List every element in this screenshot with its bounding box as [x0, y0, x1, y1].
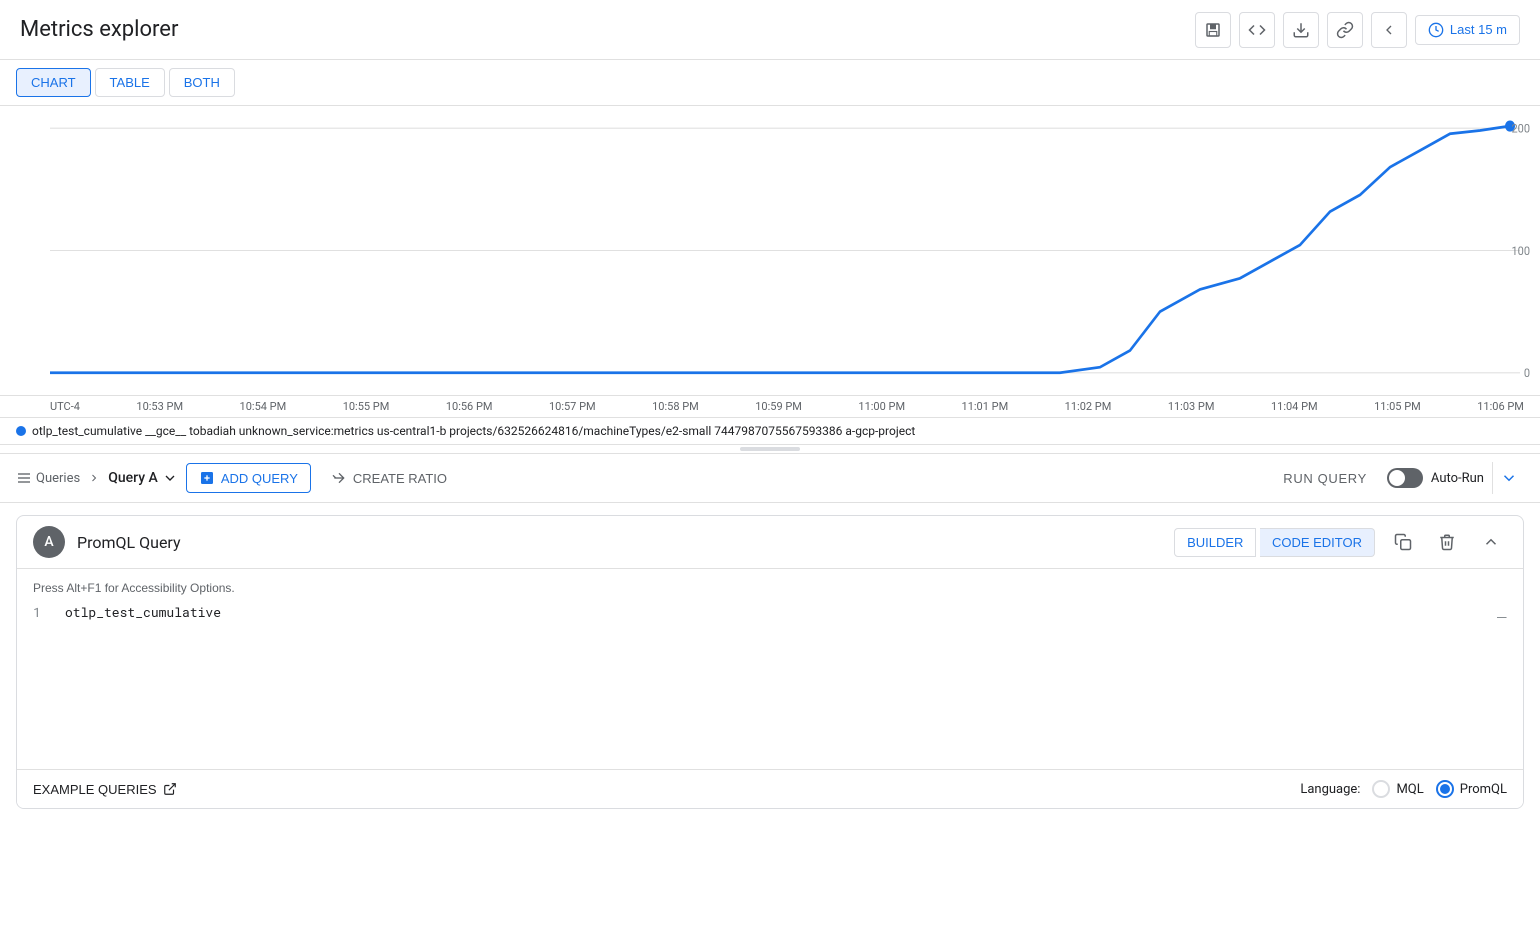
toggle-thumb — [1389, 470, 1405, 486]
auto-run-label: Auto-Run — [1431, 471, 1484, 486]
svg-text:100: 100 — [1511, 243, 1530, 258]
scroll-indicator — [0, 445, 1540, 454]
queries-menu-button[interactable]: Queries — [16, 470, 80, 486]
promql-radio-inner — [1440, 784, 1450, 794]
mql-radio[interactable] — [1372, 780, 1390, 798]
create-ratio-label: CREATE RATIO — [353, 471, 447, 486]
auto-run-toggle[interactable]: Auto-Run — [1387, 468, 1484, 488]
chart-x-labels: UTC-4 10:53 PM 10:54 PM 10:55 PM 10:56 P… — [0, 396, 1540, 418]
x-label-1100: 11:00 PM — [858, 400, 905, 413]
x-label-1054: 10:54 PM — [240, 400, 287, 413]
example-queries-button[interactable]: EXAMPLE QUERIES — [33, 782, 177, 797]
x-label-1058: 10:58 PM — [652, 400, 699, 413]
download-icon-button[interactable] — [1283, 12, 1319, 48]
code-hint: Press Alt+F1 for Accessibility Options. — [33, 581, 1507, 595]
query-dropdown-icon — [162, 470, 178, 486]
query-panel-header: A PromQL Query BUILDER CODE EDITOR — [17, 516, 1523, 569]
mql-label: MQL — [1396, 782, 1423, 797]
back-button[interactable] — [1371, 12, 1407, 48]
view-mode-buttons: BUILDER CODE EDITOR — [1174, 528, 1375, 557]
time-range-label: Last 15 m — [1450, 22, 1507, 37]
external-link-icon — [163, 782, 177, 796]
save-icon-button[interactable] — [1195, 12, 1231, 48]
add-query-button[interactable]: ADD QUERY — [186, 463, 311, 493]
chart-area: 200 100 0 — [0, 106, 1540, 396]
time-range-button[interactable]: Last 15 m — [1415, 15, 1520, 45]
x-label-1104: 11:04 PM — [1271, 400, 1318, 413]
copy-icon — [1394, 533, 1412, 551]
copy-button[interactable] — [1387, 526, 1419, 558]
menu-icon — [16, 470, 32, 486]
legend-dot — [16, 426, 26, 436]
run-query-button[interactable]: RUN QUERY — [1271, 465, 1379, 492]
query-title: PromQL Query — [77, 533, 1162, 552]
expand-button[interactable] — [1492, 462, 1524, 494]
x-label-1055: 10:55 PM — [343, 400, 390, 413]
query-name: Query A — [108, 470, 158, 486]
toggle-track[interactable] — [1387, 468, 1423, 488]
query-panel: A PromQL Query BUILDER CODE EDITOR Press… — [16, 515, 1524, 809]
delete-icon — [1438, 533, 1456, 551]
x-label-1056: 10:56 PM — [446, 400, 493, 413]
collapse-button[interactable] — [1475, 526, 1507, 558]
promql-label: PromQL — [1460, 782, 1507, 797]
line-number: 1 — [33, 603, 49, 621]
query-toolbar: Queries Query A ADD QUERY CREATE RATIO R… — [0, 454, 1540, 503]
x-label-1059: 10:59 PM — [755, 400, 802, 413]
scroll-handle[interactable] — [740, 447, 800, 451]
language-label: Language: — [1300, 782, 1360, 797]
code-icon-button[interactable] — [1239, 12, 1275, 48]
link-icon-button[interactable] — [1327, 12, 1363, 48]
promql-radio[interactable] — [1436, 780, 1454, 798]
collapse-icon — [1482, 533, 1500, 551]
view-tabs: CHART TABLE BOTH — [0, 60, 1540, 106]
x-label-1101: 11:01 PM — [962, 400, 1009, 413]
x-label-utc: UTC-4 — [50, 400, 80, 413]
tab-both[interactable]: BOTH — [169, 68, 235, 97]
x-label-1057: 10:57 PM — [549, 400, 596, 413]
promql-option[interactable]: PromQL — [1436, 780, 1507, 798]
breadcrumb-chevron-icon — [88, 472, 100, 484]
mql-option[interactable]: MQL — [1372, 780, 1423, 798]
header-actions: Last 15 m — [1195, 12, 1520, 48]
example-queries-label: EXAMPLE QUERIES — [33, 782, 157, 797]
query-text[interactable]: otlp_test_cumulative — [65, 603, 221, 621]
query-selector[interactable]: Query A — [108, 470, 178, 486]
tab-chart[interactable]: CHART — [16, 68, 91, 97]
add-query-label: ADD QUERY — [221, 471, 298, 486]
ratio-icon — [331, 470, 347, 486]
code-minus: — — [1496, 605, 1507, 629]
create-ratio-button[interactable]: CREATE RATIO — [319, 464, 459, 492]
x-label-1102: 11:02 PM — [1065, 400, 1112, 413]
x-label-1053: 10:53 PM — [136, 400, 183, 413]
add-icon — [199, 470, 215, 486]
header: Metrics explorer Last 15 m — [0, 0, 1540, 60]
code-editor[interactable]: Press Alt+F1 for Accessibility Options. … — [17, 569, 1523, 769]
svg-text:0: 0 — [1524, 366, 1530, 381]
run-query-label: RUN QUERY — [1283, 471, 1367, 486]
legend-text: otlp_test_cumulative __gce__ tobadiah un… — [32, 424, 915, 438]
query-panel-footer: EXAMPLE QUERIES Language: MQL PromQL — [17, 769, 1523, 808]
code-line-1: 1 otlp_test_cumulative — [33, 603, 1507, 621]
expand-icon — [1500, 469, 1518, 487]
x-label-1106: 11:06 PM — [1477, 400, 1524, 413]
chart-legend: otlp_test_cumulative __gce__ tobadiah un… — [0, 418, 1540, 445]
chart-svg: 200 100 0 — [0, 106, 1540, 395]
tab-table[interactable]: TABLE — [95, 68, 165, 97]
language-selector: Language: MQL PromQL — [1300, 780, 1507, 798]
svg-text:200: 200 — [1511, 121, 1530, 136]
query-avatar: A — [33, 526, 65, 558]
queries-label: Queries — [36, 471, 80, 486]
x-label-1105: 11:05 PM — [1374, 400, 1421, 413]
x-label-1103: 11:03 PM — [1168, 400, 1215, 413]
code-editor-button[interactable]: CODE EDITOR — [1260, 528, 1375, 557]
builder-button[interactable]: BUILDER — [1174, 528, 1256, 557]
page-title: Metrics explorer — [20, 17, 178, 42]
delete-button[interactable] — [1431, 526, 1463, 558]
